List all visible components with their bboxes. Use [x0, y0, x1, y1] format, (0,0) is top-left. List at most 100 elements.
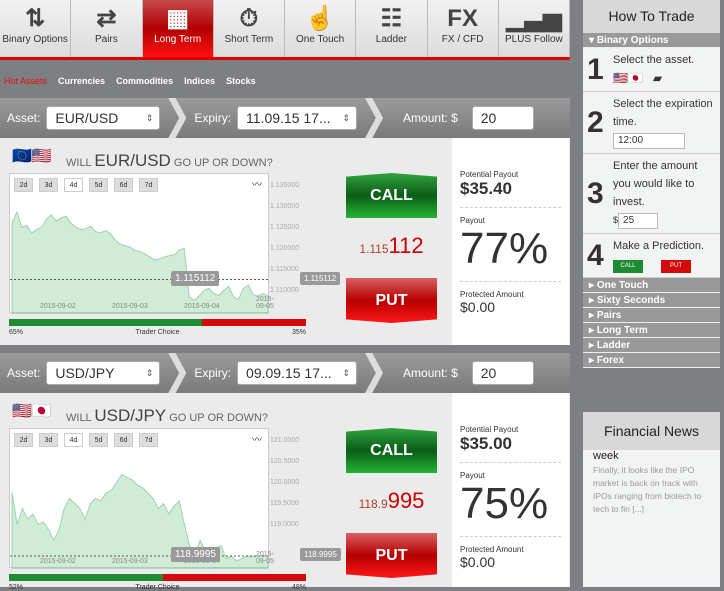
nav-tab-long-term[interactable]: ▦ Long Term — [142, 0, 214, 57]
put-button[interactable]: PUT — [346, 278, 437, 323]
subnav-currencies[interactable]: Currencies — [58, 76, 105, 86]
arrows-left-right-icon: ⇄ — [96, 5, 117, 32]
accordion-one-touch[interactable]: ▸ One Touch — [583, 278, 720, 293]
y-tick: 1.110000 — [270, 287, 299, 294]
y-tick: 120.5000 — [270, 458, 300, 465]
y-tick: 120.0000 — [270, 479, 300, 486]
current-price: 1.115112 — [359, 233, 424, 258]
subnav-commodities[interactable]: Commodities — [116, 76, 173, 86]
accordion-pairs[interactable]: ▸ Pairs — [583, 308, 720, 323]
accordion-binary-options[interactable]: ▾ Binary Options — [583, 33, 720, 48]
ladder-icon: ☷ — [380, 5, 403, 32]
subnav-stocks[interactable]: Stocks — [226, 76, 256, 86]
current-price-tag: 1.115112 — [171, 270, 220, 286]
question-heading: WILL EUR/USD GO UP OR DOWN? — [66, 151, 273, 170]
trader-choice-labels: 52% Trader Choice 48% — [9, 584, 306, 591]
protected-amount: $0.00 — [460, 299, 496, 315]
y-tick: 1.115000 — [270, 266, 299, 273]
select-arrows-icon: ⇕ — [145, 113, 154, 123]
expiry-select[interactable]: 11.09.15 17... ⇕ — [237, 106, 358, 130]
x-tick: 2015-09-05 — [256, 296, 274, 310]
axis-price-tag: 1.115112 — [300, 271, 341, 285]
y-tick: 1.130000 — [270, 203, 300, 210]
step-2: 2 Select the expiration time. 12:00 — [583, 92, 720, 154]
nav-tab-fx-cfd[interactable]: FX FX / CFD — [427, 0, 499, 57]
trader-choice-labels: 65% Trader Choice 35% — [9, 329, 306, 336]
y-tick: 1.120000 — [270, 245, 300, 252]
x-tick: 2015-09-02 — [40, 303, 76, 310]
potential-payout: $35.00 — [460, 434, 512, 453]
asset-flags-icon: 🇺🇸🇯🇵 ▰ — [613, 71, 663, 85]
y-tick: 121.0000 — [270, 437, 300, 444]
stopwatch-icon: ⏱ — [239, 5, 259, 32]
financial-news-panel: Financial News week Finally, it looks li… — [583, 412, 720, 587]
calendar-icon: ▦ — [166, 5, 189, 32]
call-button[interactable]: CALL — [346, 173, 437, 218]
nav-divider — [0, 57, 570, 60]
step-1: 1 Select the asset. 🇺🇸🇯🇵 ▰ — [583, 48, 720, 92]
accordion-sixty-seconds[interactable]: ▸ Sixty Seconds — [583, 293, 720, 308]
product-nav: ⇅ Binary Options ⇄ Pairs ▦ Long Term ⏱ Short Te… — [0, 0, 570, 57]
price-chart[interactable]: 2d 3d 4d 5d 6d 7d 〰 2015-09-02 2015-09-03 2015-… — [9, 428, 274, 569]
fx-icon: FX — [447, 5, 478, 32]
accordion-forex[interactable]: ▸ Forex — [583, 353, 720, 368]
trader-choice-bar — [9, 574, 306, 581]
chevron-divider — [168, 353, 187, 393]
news-headline[interactable]: week — [583, 450, 720, 462]
payout-panel: Potential Payout $35.00 Payout 75% Prote… — [452, 393, 569, 587]
amount-input[interactable]: 20 — [471, 361, 534, 385]
accordion-ladder[interactable]: ▸ Ladder — [583, 338, 720, 353]
nav-tab-binary-options[interactable]: ⇅ Binary Options — [0, 0, 72, 57]
put-button[interactable]: PUT — [346, 533, 437, 578]
currency-flags-icon: 🇺🇸🇯🇵 — [12, 403, 52, 420]
nav-tab-one-touch[interactable]: ☝ One Touch — [285, 0, 357, 57]
asset-select[interactable]: EUR/USD ⇕ — [46, 106, 161, 130]
asset-select[interactable]: USD/JPY ⇕ — [46, 361, 161, 385]
x-tick: 2015-09-05 — [256, 551, 274, 565]
select-arrows-icon: ⇕ — [342, 113, 351, 123]
axis-price-tag: 118.9995 — [300, 548, 341, 562]
chart-plot — [10, 473, 270, 569]
arrows-up-down-icon: ⇅ — [25, 5, 46, 32]
trade-panel-usd-jpy: Asset: USD/JPY ⇕ Expiry: 09.09.15 17... ⇕ … — [0, 353, 570, 591]
y-tick: 1.135000 — [270, 182, 300, 189]
step-3: 3 Enter the amount you would like to inve… — [583, 154, 720, 234]
potential-payout: $35.40 — [460, 179, 512, 198]
nav-tab-ladder[interactable]: ☷ Ladder — [356, 0, 428, 57]
currency-flags-icon: 🇪🇺🇺🇸 — [12, 148, 52, 165]
y-tick: 1.125000 — [270, 224, 300, 231]
x-tick: 2015-09-03 — [112, 303, 148, 310]
call-button[interactable]: CALL — [346, 428, 437, 473]
amount-input[interactable]: 20 — [471, 106, 534, 130]
subnav-indices[interactable]: Indices — [184, 76, 215, 86]
nav-tab-short-term[interactable]: ⏱ Short Term — [213, 0, 285, 57]
mini-call-button[interactable]: CALL — [613, 260, 643, 273]
how-to-trade-panel: How To Trade ▾ Binary Options 1 Select th… — [583, 0, 720, 368]
select-arrows-icon: ⇕ — [145, 368, 154, 378]
expiry-select[interactable]: 09.09.15 17... ⇕ — [237, 361, 358, 385]
price-chart[interactable]: 2d 3d 4d 5d 6d 7d 〰 2015-09-02 2015-09-03 2015-… — [9, 173, 274, 314]
chevron-divider — [168, 98, 187, 138]
x-tick: 2015-09-03 — [112, 558, 148, 565]
price-area — [11, 473, 269, 569]
payout-panel: Potential Payout $35.40 Payout 77% Prote… — [452, 138, 569, 345]
nav-tab-plus-follow[interactable]: ▁▃▅ PLUS Follow — [498, 0, 570, 57]
accordion-long-term[interactable]: ▸ Long Term — [583, 323, 720, 338]
expiry-time-select[interactable]: 12:00 — [613, 133, 685, 149]
invest-amount-input[interactable]: 25 — [618, 213, 659, 229]
mini-put-button[interactable]: PUT — [661, 260, 691, 273]
asset-category-tabs: Hot Assets Currencies Commodities Indices St… — [4, 76, 256, 86]
y-tick: 119.0000 — [270, 521, 299, 528]
trader-choice-call-fill — [9, 319, 203, 326]
trade-options-bar: Asset: EUR/USD ⇕ Expiry: 11.09.15 17... ⇕ … — [0, 98, 570, 138]
protected-amount: $0.00 — [460, 554, 496, 570]
price-area — [11, 210, 269, 314]
nav-tab-pairs[interactable]: ⇄ Pairs — [71, 0, 143, 57]
hand-pointer-icon: ☝ — [305, 5, 336, 32]
x-tick: 2015-09-02 — [40, 558, 76, 565]
signal-bars-icon: ▁▃▅ — [506, 5, 562, 32]
subnav-hot-assets[interactable]: Hot Assets — [4, 76, 47, 86]
current-price-tag: 118.9995 — [171, 547, 220, 563]
trade-options-bar: Asset: USD/JPY ⇕ Expiry: 09.09.15 17... ⇕ … — [0, 353, 570, 393]
x-tick: 2015-09-04 — [184, 303, 220, 310]
